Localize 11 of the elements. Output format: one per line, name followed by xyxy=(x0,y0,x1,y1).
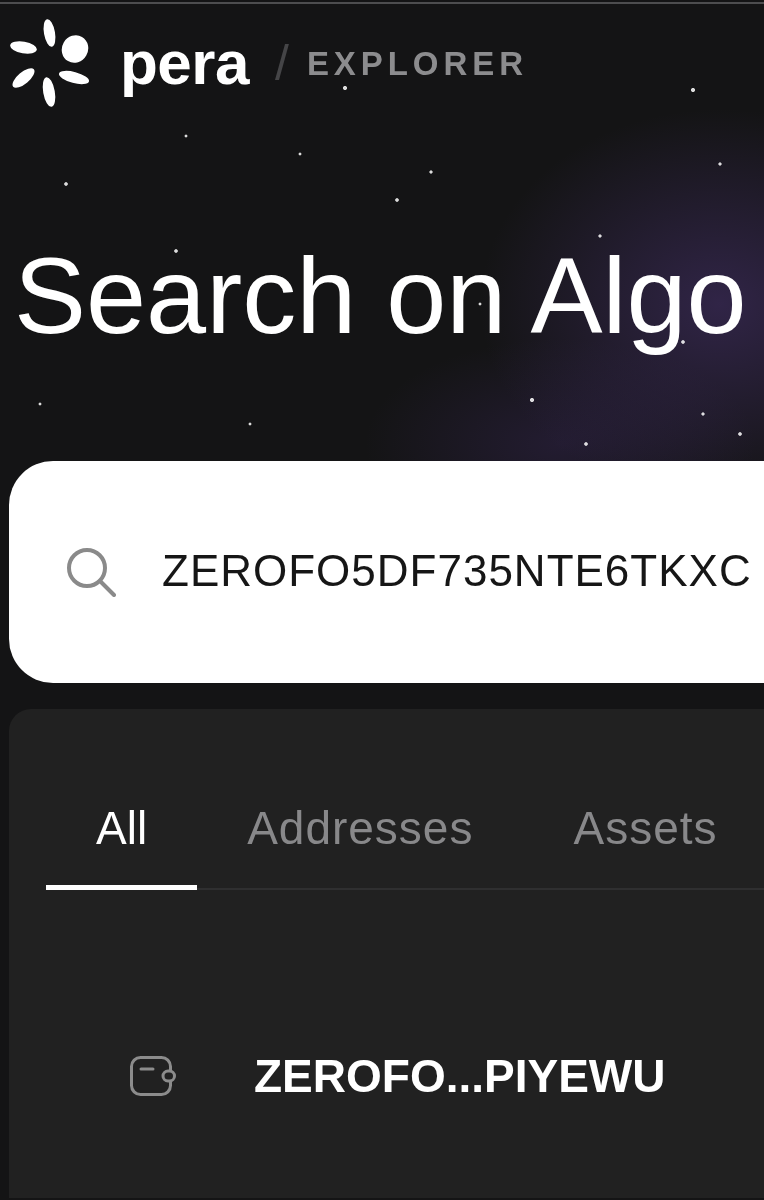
product-name: EXPLORER xyxy=(306,46,528,80)
logo-icon xyxy=(10,18,91,108)
search-input[interactable]: ZEROFO5DF735NTE6TKXC xyxy=(162,545,758,598)
filter-tab[interactable]: All xyxy=(46,764,198,891)
wallet-icon xyxy=(130,1056,176,1097)
filter-tab[interactable]: Assets xyxy=(523,764,764,891)
search-icon xyxy=(66,546,116,597)
separator-slash: / xyxy=(274,38,289,88)
search-result[interactable]: ZEROFO...PIYEWU xyxy=(46,1040,666,1113)
filter-tab[interactable]: Addresses xyxy=(197,764,524,891)
page-heading: Search on Algo xyxy=(14,234,747,358)
